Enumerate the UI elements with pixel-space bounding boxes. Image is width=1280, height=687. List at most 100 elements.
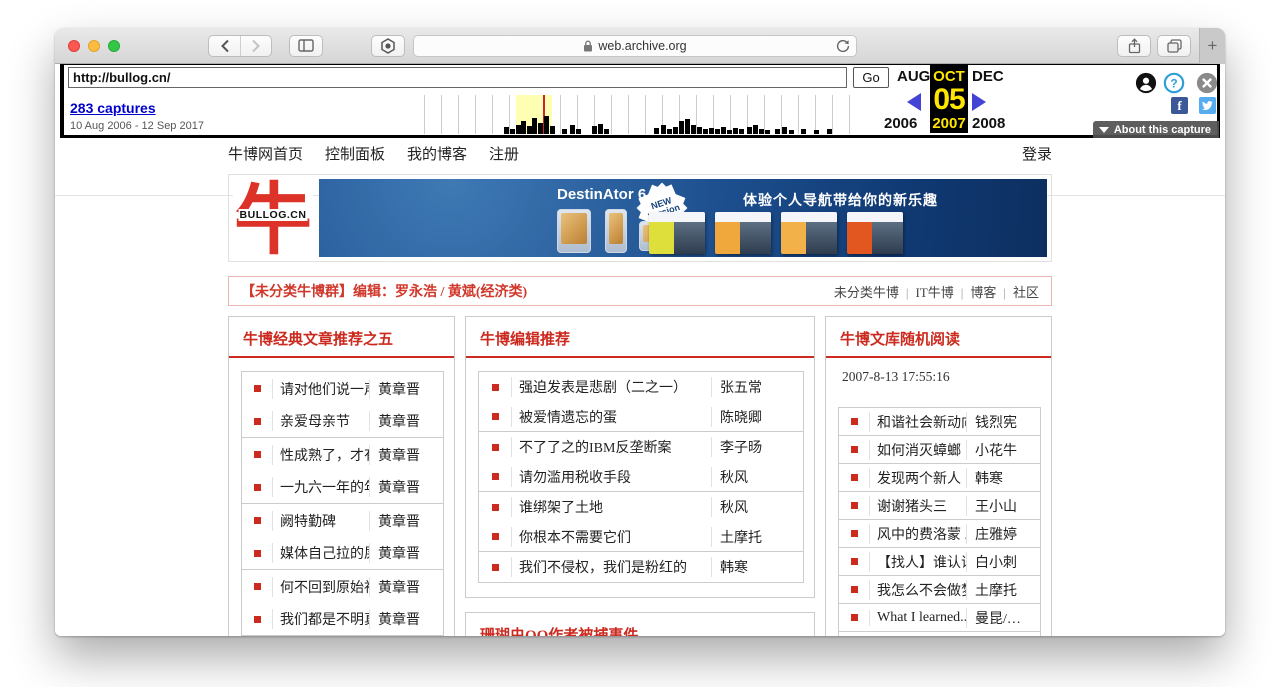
previous-capture-button[interactable] bbox=[907, 93, 921, 111]
forward-button[interactable] bbox=[240, 36, 271, 56]
ad-banner[interactable]: DestinAtor 6 NEW Version 体验个人导航带给你的新乐趣 bbox=[319, 179, 1047, 257]
article-author-link[interactable]: 土摩托 bbox=[711, 527, 803, 547]
article-author-link[interactable]: 黄章晋 bbox=[369, 577, 443, 597]
site-nav-item[interactable]: 我的博客 bbox=[407, 143, 467, 164]
safari-window: web.archive.org + Go 283 captures bbox=[55, 28, 1225, 636]
article-title-link[interactable]: 如何消灭蟑螂 bbox=[869, 440, 966, 460]
facebook-share-button[interactable]: f bbox=[1171, 97, 1188, 114]
article-author-link[interactable]: 小花牛 bbox=[966, 440, 1040, 460]
facebook-icon: f bbox=[1177, 98, 1181, 114]
article-title-link[interactable]: 【找人】谁认识... bbox=[869, 552, 966, 572]
article-author-link[interactable]: 张五常 bbox=[711, 377, 803, 397]
zoom-window-button[interactable] bbox=[108, 40, 120, 52]
article-author-link[interactable]: 黄章晋 bbox=[369, 511, 443, 531]
help-button[interactable]: ? bbox=[1163, 72, 1185, 94]
profile-button[interactable] bbox=[1135, 72, 1157, 94]
site-nav-item[interactable]: 注册 bbox=[489, 143, 519, 164]
twitter-share-button[interactable] bbox=[1199, 97, 1216, 114]
close-toolbar-button[interactable] bbox=[1196, 72, 1218, 94]
close-window-button[interactable] bbox=[68, 40, 80, 52]
article-title-link[interactable]: What I learned... bbox=[869, 610, 966, 626]
capture-timeline[interactable] bbox=[424, 95, 864, 134]
article-title-link[interactable]: 请对他们说一声y… bbox=[272, 379, 369, 399]
article-author-link[interactable]: 韩寒 bbox=[711, 557, 803, 577]
new-tab-button[interactable]: + bbox=[1208, 37, 1218, 54]
sidebar-button[interactable] bbox=[289, 35, 323, 57]
article-title-link[interactable]: 谢谢猪头三 bbox=[869, 496, 966, 516]
article-title-link[interactable]: 请勿滥用税收手段 bbox=[511, 467, 711, 487]
site-nav-item[interactable]: 控制面板 bbox=[325, 143, 385, 164]
article-title-link[interactable]: 强迫发表是悲剧（二之一） bbox=[511, 377, 711, 397]
history-nav-group bbox=[208, 35, 272, 57]
article-title-link[interactable]: 我们都是不明真… bbox=[272, 609, 369, 629]
article-title-link[interactable]: 发现两个新人 bbox=[869, 468, 966, 488]
login-link[interactable]: 登录 bbox=[1022, 143, 1052, 164]
article-author-link[interactable]: 黄章晋 bbox=[369, 411, 443, 431]
article-title-link[interactable]: 阙特勤碑 bbox=[272, 511, 369, 531]
bullet-cell bbox=[242, 451, 272, 458]
article-title-link[interactable]: 我们不侵权，我们是粉红的 bbox=[511, 557, 711, 577]
article-author-link[interactable]: 姬十三 bbox=[966, 636, 1040, 637]
wayback-go-button[interactable]: Go bbox=[853, 67, 889, 88]
bullet-icon bbox=[254, 550, 261, 557]
article-author-link[interactable]: 王小山 bbox=[966, 496, 1040, 516]
site-logo[interactable]: 牛 BULLOG.CN bbox=[233, 179, 313, 257]
article-title-link[interactable]: 风中的费洛蒙 .. bbox=[869, 524, 966, 544]
article-author-link[interactable]: 白小刺 bbox=[966, 552, 1040, 572]
article-author-link[interactable]: 秋风 bbox=[711, 497, 803, 517]
svg-text:?: ? bbox=[1170, 77, 1177, 91]
article-title-link[interactable]: 被爱情遗忘的蛋 bbox=[511, 407, 711, 427]
address-bar[interactable]: web.archive.org bbox=[413, 35, 857, 57]
site-nav-link[interactable]: 控制面板 bbox=[325, 147, 385, 163]
about-this-capture-button[interactable]: About this capture bbox=[1093, 121, 1219, 138]
bullet-cell bbox=[839, 418, 869, 425]
article-author-link[interactable]: 李子旸 bbox=[711, 437, 803, 457]
site-nav-link[interactable]: 我的博客 bbox=[407, 147, 467, 163]
article-title-link[interactable]: 亲爱母亲节 bbox=[272, 411, 369, 431]
back-button[interactable] bbox=[209, 36, 240, 56]
wayback-url-input[interactable] bbox=[68, 67, 847, 88]
article-title-link[interactable]: 谁有合适的网盘... bbox=[869, 636, 966, 637]
article-author-link[interactable]: 黄章晋 bbox=[369, 379, 443, 399]
article-author-link[interactable]: 黄章晋 bbox=[369, 445, 443, 465]
article-author-link[interactable]: 陈晓卿 bbox=[711, 407, 803, 427]
article-author-link[interactable]: 土摩托 bbox=[966, 580, 1040, 600]
article-title-link[interactable]: 性成熟了，才有… bbox=[272, 445, 369, 465]
bullet-icon bbox=[254, 418, 261, 425]
article-author-link[interactable]: 曼昆/… bbox=[966, 608, 1040, 628]
article-title-link[interactable]: 和谐社会新动向... bbox=[869, 412, 966, 432]
article-author-link[interactable]: 韩寒 bbox=[966, 468, 1040, 488]
category-link[interactable]: 博客 bbox=[954, 282, 997, 301]
article-author-link[interactable]: 黄章晋 bbox=[369, 609, 443, 629]
article-title-link[interactable]: 媒体自己拉的屎… bbox=[272, 543, 369, 563]
year-prev-label[interactable]: 2006 bbox=[884, 115, 917, 132]
category-link[interactable]: 未分类牛博 bbox=[834, 282, 899, 301]
site-nav-item[interactable]: 牛博网首页 bbox=[228, 143, 303, 164]
article-author-link[interactable]: 钱烈宪 bbox=[966, 412, 1040, 432]
site-nav-link[interactable]: 牛博网首页 bbox=[228, 147, 303, 163]
captures-link[interactable]: 283 captures bbox=[70, 100, 156, 116]
category-link[interactable]: 社区 bbox=[996, 282, 1039, 301]
tab-overview-button[interactable] bbox=[1157, 35, 1191, 57]
site-nav-link[interactable]: 注册 bbox=[489, 147, 519, 163]
article-title-link[interactable]: 你根本不需要它们 bbox=[511, 527, 711, 547]
hexagon-badge-icon bbox=[380, 38, 396, 54]
article-author-link[interactable]: 黄章晋 bbox=[369, 543, 443, 563]
article-title-link[interactable]: 不了了之的IBM反垄断案 bbox=[511, 437, 711, 457]
article-title-link[interactable]: 一九六一年的年… bbox=[272, 477, 369, 497]
year-next-label[interactable]: 2008 bbox=[972, 115, 1005, 132]
minimize-window-button[interactable] bbox=[88, 40, 100, 52]
category-link[interactable]: IT牛博 bbox=[899, 282, 954, 301]
article-author-link[interactable]: 庄雅婷 bbox=[966, 524, 1040, 544]
article-author-link[interactable]: 秋风 bbox=[711, 467, 803, 487]
article-title-link[interactable]: 我怎么不会做梦... bbox=[869, 580, 966, 600]
article-title-link[interactable]: 何不回到原始社会 bbox=[272, 577, 369, 597]
reload-button[interactable] bbox=[836, 39, 850, 54]
article-row: 亲爱母亲节 黄章晋 bbox=[242, 405, 443, 438]
article-author-link[interactable]: 黄章晋 bbox=[369, 477, 443, 497]
article-title-link[interactable]: 谁绑架了土地 bbox=[511, 497, 711, 517]
share-button[interactable] bbox=[1117, 35, 1151, 57]
bullet-icon bbox=[851, 586, 858, 593]
next-capture-button[interactable] bbox=[972, 93, 986, 111]
privacy-badge-button[interactable] bbox=[371, 35, 405, 57]
